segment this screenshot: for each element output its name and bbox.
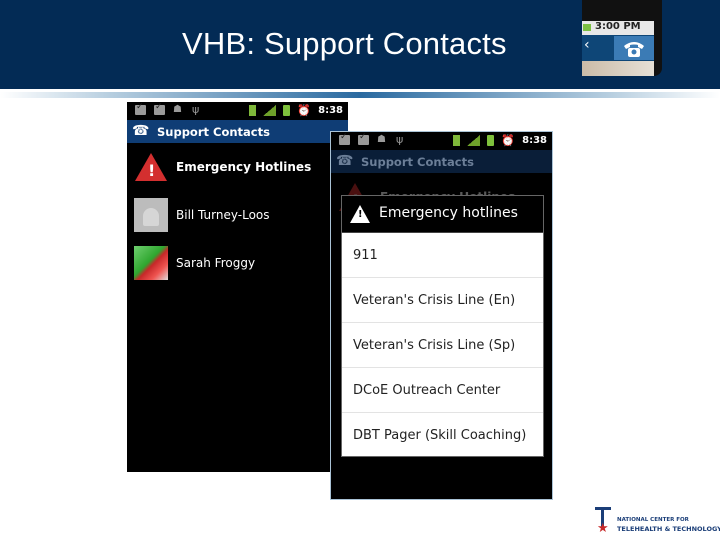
notification-icon [358, 132, 369, 145]
logo-line-2: TELEHEALTH & TECHNOLOGY [617, 525, 720, 533]
action-bar-title: Support Contacts [361, 155, 474, 169]
header-divider [0, 92, 720, 98]
notification-icon [339, 132, 350, 145]
data-icon [453, 135, 461, 146]
slide: VHB: Support Contacts 3:00 PM ‹ ☗ ψ [0, 0, 720, 540]
contact-item[interactable]: Sarah Froggy [127, 239, 348, 287]
hotline-option[interactable]: DCoE Outreach Center [342, 368, 543, 413]
hotline-option[interactable]: 911 [342, 233, 543, 278]
android-icon: ☗ [173, 104, 182, 115]
t2-logo: ★ NATIONAL CENTER FOR TELEHEALTH & TECHN… [593, 505, 720, 537]
phone-icon: ☎ [336, 153, 354, 169]
back-icon: ‹ [584, 37, 590, 53]
battery-icon [583, 24, 591, 31]
contact-label: Bill Turney-Loos [176, 208, 270, 222]
battery-icon [487, 135, 495, 146]
status-bar: ☗ ψ ⏰ 8:38 [331, 132, 552, 150]
thumbnail-time: 3:00 PM [595, 21, 641, 32]
usb-icon: ψ [192, 103, 200, 116]
action-bar: ☎ Support Contacts [331, 150, 552, 173]
slide-header: VHB: Support Contacts 3:00 PM ‹ [0, 0, 720, 89]
dialog-title: Emergency hotlines [379, 205, 518, 221]
notification-icon [135, 102, 146, 115]
alarm-icon: ⏰ [501, 134, 516, 147]
battery-icon [283, 105, 291, 116]
logo-line-1: NATIONAL CENTER FOR [617, 517, 689, 523]
phone-screen-hotlines-dialog: ☗ ψ ⏰ 8:38 ☎ Support Contacts Emergency … [330, 131, 553, 500]
action-bar-title: Support Contacts [157, 125, 270, 139]
contact-item[interactable]: Bill Turney-Loos [127, 191, 348, 239]
notification-icon [154, 102, 165, 115]
status-bar: ☗ ψ ⏰ 8:38 [127, 102, 348, 120]
status-time: 8:38 [522, 135, 547, 146]
dialog-header: Emergency hotlines [342, 196, 543, 233]
android-avatar-icon [134, 198, 168, 232]
phone-screen-contacts: ☗ ψ ⏰ 8:38 ☎ Support Contacts Emergency … [127, 102, 348, 472]
hotline-option[interactable]: Veteran's Crisis Line (Sp) [342, 323, 543, 368]
alarm-icon: ⏰ [297, 104, 312, 117]
contact-label: Emergency Hotlines [176, 160, 312, 174]
phone-icon: ☎ [132, 123, 150, 139]
hotline-option[interactable]: Veteran's Crisis Line (En) [342, 278, 543, 323]
android-icon: ☗ [377, 134, 386, 145]
status-time: 8:38 [318, 105, 343, 116]
device-thumbnail: 3:00 PM ‹ [582, 0, 662, 76]
hotline-option[interactable]: DBT Pager (Skill Coaching) [342, 413, 543, 458]
t2-logo-mark-icon: ★ [593, 505, 615, 536]
warning-icon [350, 205, 370, 223]
thumbnail-photo [582, 61, 654, 76]
slide-title: VHB: Support Contacts [182, 26, 507, 61]
warning-icon [134, 150, 168, 184]
contact-item-emergency-hotlines[interactable]: Emergency Hotlines [127, 143, 348, 191]
signal-icon [467, 135, 481, 146]
usb-icon: ψ [396, 133, 404, 146]
action-bar: ☎ Support Contacts [127, 120, 348, 143]
contact-label: Sarah Froggy [176, 256, 256, 270]
data-icon [249, 105, 257, 116]
emergency-hotlines-dialog: Emergency hotlines 911 Veteran's Crisis … [341, 195, 544, 457]
frog-avatar-icon [134, 246, 168, 280]
signal-icon [263, 105, 277, 116]
phone-icon [614, 36, 654, 60]
